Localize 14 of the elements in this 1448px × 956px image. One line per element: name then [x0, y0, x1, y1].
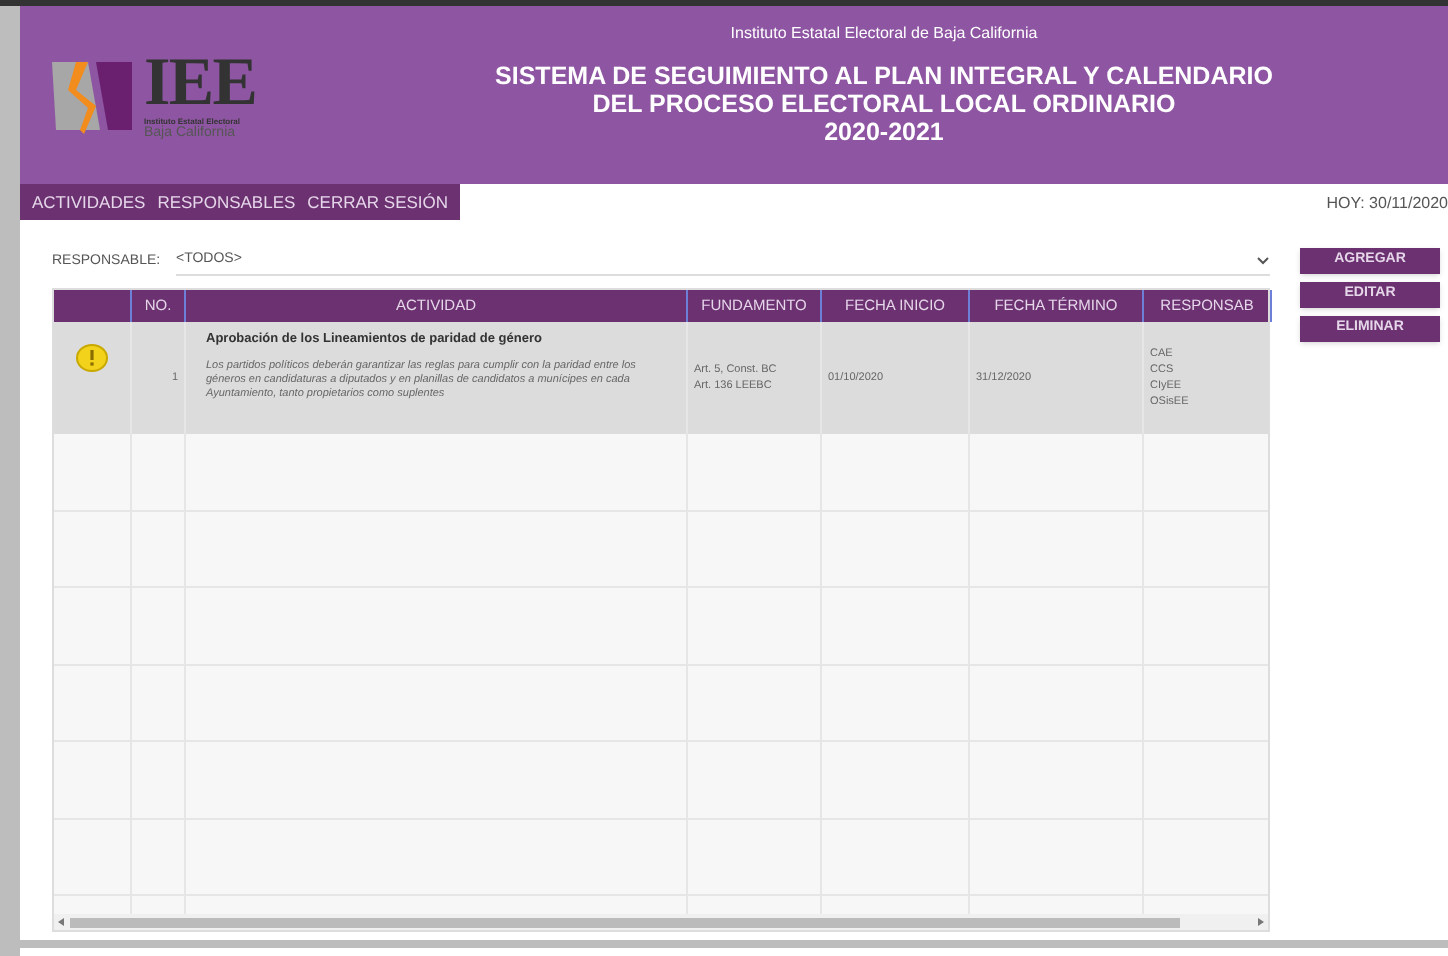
table-row[interactable]	[54, 322, 1268, 434]
system-title: DEL PROCESO ELECTORAL LOCAL ORDINARIO	[592, 90, 1176, 118]
nav-link[interactable]: ACTIVIDADES	[28, 189, 150, 215]
current-date: HOY: 30/11/2020	[1326, 192, 1448, 216]
scroll-left-arrow-icon[interactable]	[58, 918, 66, 926]
scroll-right-arrow-icon[interactable]	[1256, 918, 1264, 926]
nav-link[interactable]: CERRAR SESIÓN	[303, 189, 453, 215]
system-title: SISTEMA DE SEGUIMIENTO AL PLAN INTEGRAL Y CALENDARIO	[495, 62, 1273, 90]
nav-link[interactable]: RESPONSABLES	[153, 189, 300, 215]
system-title: 2020-2021	[824, 118, 944, 146]
horizontal-scrollbar[interactable]	[54, 914, 1268, 930]
institution-name: Instituto Estatal Electoral de Baja California	[730, 22, 1038, 46]
chevron-down-icon	[1256, 256, 1270, 266]
logo-acronym: IEE	[144, 50, 257, 118]
